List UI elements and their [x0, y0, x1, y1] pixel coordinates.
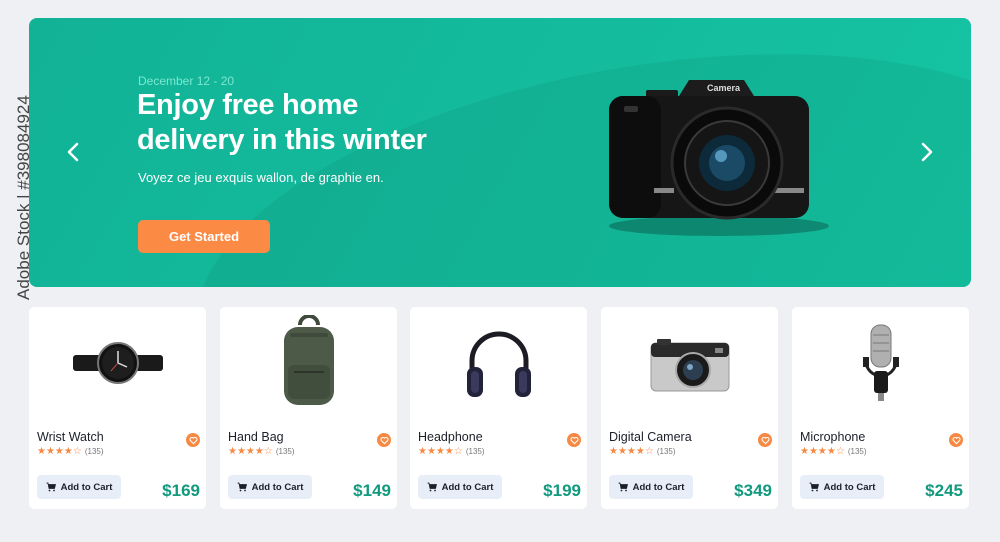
product-image-area	[792, 307, 969, 419]
star-rating-icon: ★★★★☆	[228, 446, 273, 457]
heart-icon	[189, 436, 197, 444]
promo-date: December 12 - 20	[138, 74, 235, 88]
product-price: $245	[925, 481, 963, 500]
product-image-area	[220, 307, 397, 419]
star-rating-icon: ★★★★☆	[800, 446, 845, 457]
product-name: Headphone	[418, 430, 483, 444]
product-name: Hand Bag	[228, 430, 284, 444]
cart-icon	[427, 482, 437, 492]
add-to-cart-label: Add to Cart	[632, 481, 685, 493]
cart-icon	[618, 482, 628, 492]
favorite-button[interactable]	[949, 433, 963, 447]
heart-icon	[380, 436, 388, 444]
cart-icon	[237, 482, 247, 492]
product-card[interactable]: Microphone ★★★★☆ (135) Add to Cart $245	[792, 307, 969, 509]
add-to-cart-button[interactable]: Add to Cart	[37, 475, 121, 499]
add-to-cart-button[interactable]: Add to Cart	[228, 475, 312, 499]
product-card[interactable]: Hand Bag ★★★★☆ (135) Add to Cart $149	[220, 307, 397, 509]
add-to-cart-label: Add to Cart	[441, 481, 494, 493]
cart-icon	[46, 482, 56, 492]
favorite-button[interactable]	[186, 433, 200, 447]
prev-slide-button[interactable]	[59, 136, 87, 168]
rating-count: (135)	[847, 447, 867, 456]
next-slide-button[interactable]	[913, 136, 941, 168]
add-to-cart-label: Add to Cart	[251, 481, 304, 493]
chevron-right-icon	[921, 142, 933, 162]
product-name: Digital Camera	[609, 430, 692, 444]
add-to-cart-button[interactable]: Add to Cart	[800, 475, 884, 499]
headphone-image	[466, 331, 531, 397]
star-rating-icon: ★★★★☆	[609, 446, 654, 457]
product-rating: ★★★★☆ (135)	[228, 446, 295, 457]
cart-icon	[809, 482, 819, 492]
rating-count: (135)	[275, 447, 295, 456]
product-card[interactable]: Headphone ★★★★☆ (135) Add to Cart $199	[410, 307, 587, 509]
hero-banner: December 12 - 20 Enjoy free home deliver…	[29, 18, 971, 287]
add-to-cart-label: Add to Cart	[60, 481, 113, 493]
product-rating: ★★★★☆ (135)	[418, 446, 485, 457]
product-image-area	[601, 307, 778, 419]
microphone-image	[862, 324, 899, 401]
product-name: Microphone	[800, 430, 866, 444]
chevron-left-icon	[67, 142, 79, 162]
add-to-cart-button[interactable]: Add to Cart	[418, 475, 502, 499]
product-image-area	[410, 307, 587, 419]
rating-count: (135)	[465, 447, 485, 456]
heart-icon	[952, 436, 960, 444]
add-to-cart-button[interactable]: Add to Cart	[609, 475, 693, 499]
star-rating-icon: ★★★★☆	[418, 446, 463, 457]
wrist-watch-image	[72, 342, 163, 384]
star-rating-icon: ★★★★☆	[37, 446, 82, 457]
hero-subtitle: Voyez ce jeu exquis wallon, de graphie e…	[138, 170, 384, 185]
rating-count: (135)	[656, 447, 676, 456]
product-rating: ★★★★☆ (135)	[37, 446, 104, 457]
get-started-button[interactable]: Get Started	[138, 220, 270, 253]
backpack-image	[283, 315, 334, 405]
hero-title: Enjoy free home delivery in this winter	[137, 89, 427, 156]
product-card[interactable]: Wrist Watch ★★★★☆ (135) Add to Cart $169	[29, 307, 206, 509]
stock-watermark: Adobe Stock | #398084924	[0, 0, 33, 542]
product-image-area	[29, 307, 206, 419]
camera-label-text: Camera	[707, 83, 741, 93]
favorite-button[interactable]	[567, 433, 581, 447]
product-price: $349	[734, 481, 772, 500]
dslr-camera-image: Camera	[609, 80, 829, 236]
product-card[interactable]: Digital Camera ★★★★☆ (135) Add to Cart $…	[601, 307, 778, 509]
favorite-button[interactable]	[377, 433, 391, 447]
product-price: $149	[353, 481, 391, 500]
rating-count: (135)	[84, 447, 104, 456]
product-rating: ★★★★☆ (135)	[800, 446, 867, 457]
product-price: $169	[162, 481, 200, 500]
digital-camera-image	[650, 339, 729, 392]
favorite-button[interactable]	[758, 433, 772, 447]
product-rating: ★★★★☆ (135)	[609, 446, 676, 457]
product-price: $199	[543, 481, 581, 500]
add-to-cart-label: Add to Cart	[823, 481, 876, 493]
heart-icon	[570, 436, 578, 444]
heart-icon	[761, 436, 769, 444]
product-name: Wrist Watch	[37, 430, 104, 444]
